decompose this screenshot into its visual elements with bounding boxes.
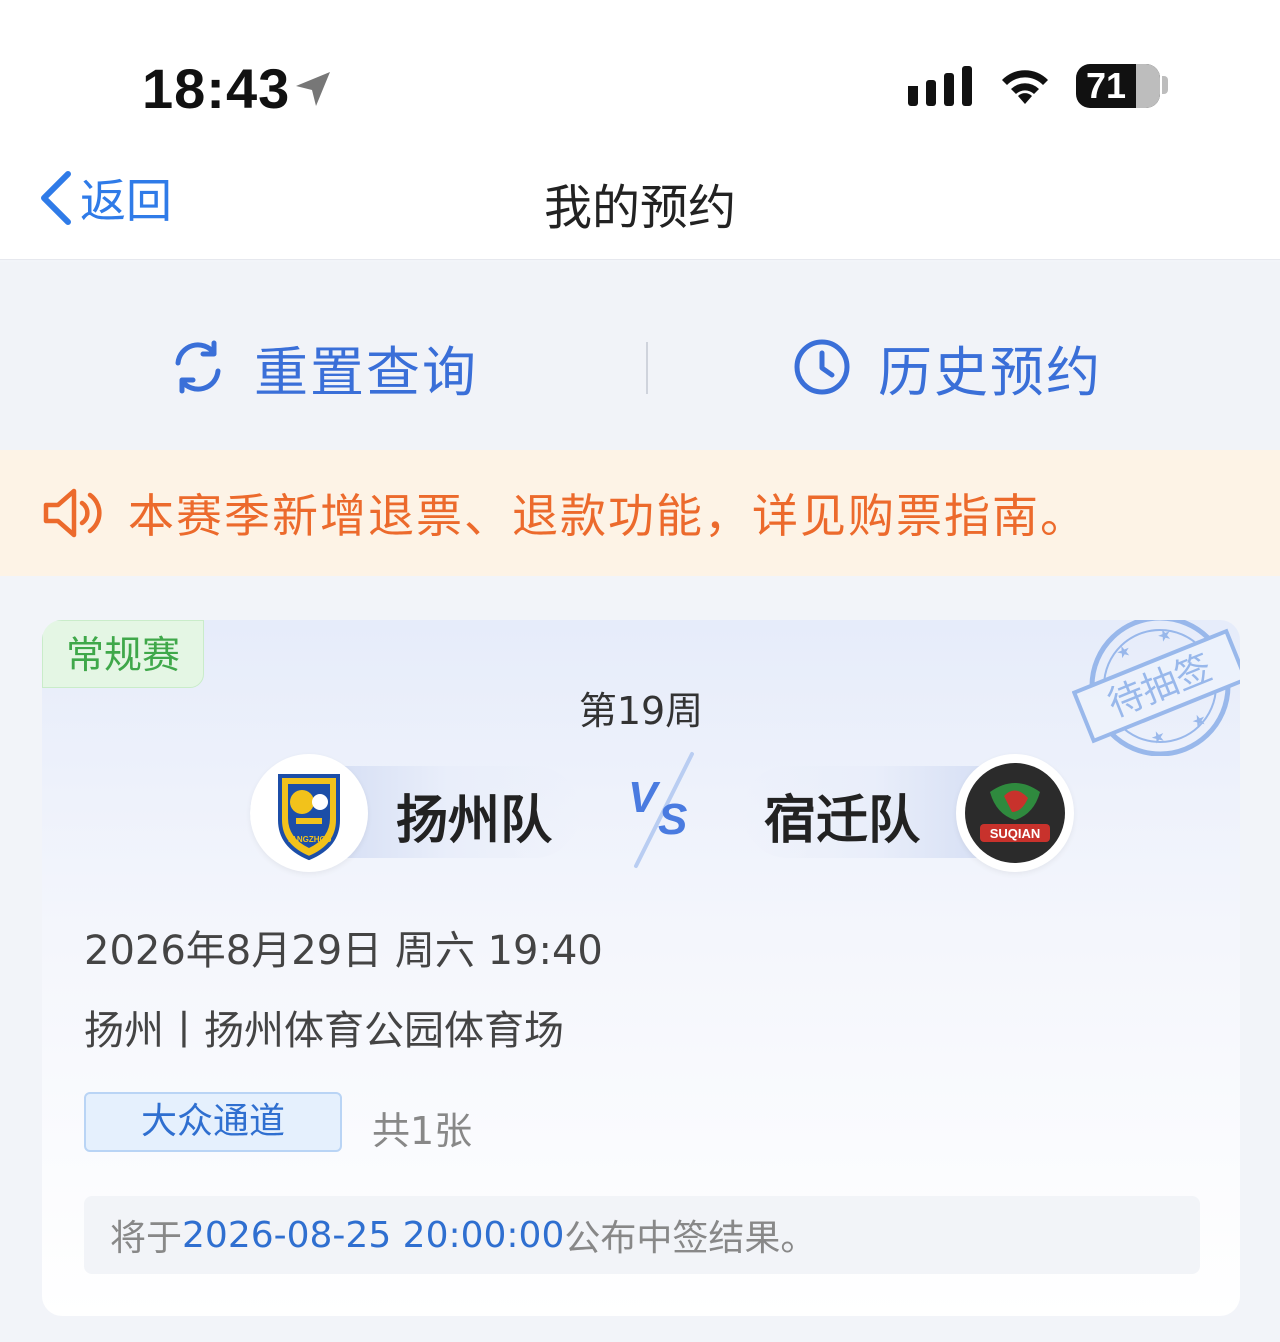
location-arrow-icon <box>296 72 330 106</box>
battery-indicator: 71 <box>1076 64 1160 108</box>
away-team-name: 宿迁队 <box>764 791 921 851</box>
away-logo-text: SUQIAN <box>990 826 1041 841</box>
result-suffix: 公布中签结果。 <box>564 1218 817 1259</box>
page-title: 我的预约 <box>543 180 736 236</box>
draw-result-notice: 将于 2026-08-25 20:00:00 公布中签结果。 <box>84 1196 1200 1274</box>
match-datetime: 2026年8月29日 周六 19:40 <box>84 928 603 974</box>
booking-card[interactable]: 常规赛 待抽签 ★ ★ ★ ★ 第19周 YANGZHOU 扬州队 V S 宿迁… <box>42 620 1240 1316</box>
history-booking-label: 历史预约 <box>878 340 1102 404</box>
channel-badge: 大众通道 <box>84 1092 342 1152</box>
svg-text:★: ★ <box>1154 624 1174 647</box>
cellular-signal-icon <box>908 66 972 106</box>
svg-text:V: V <box>628 773 661 822</box>
reset-query-button[interactable]: 重置查询 <box>168 332 478 404</box>
history-booking-button[interactable]: 历史预约 <box>792 332 1102 404</box>
notice-bar[interactable]: 本赛季新增退票、退款功能，详见购票指南。 <box>0 450 1280 576</box>
result-prefix: 将于 <box>110 1218 183 1259</box>
divider <box>646 342 648 394</box>
speaker-icon <box>43 488 102 538</box>
home-team-logo: YANGZHOU <box>250 754 368 872</box>
notice-text: 本赛季新增退票、退款功能，详见购票指南。 <box>128 489 1088 543</box>
away-team-logo: SUQIAN <box>956 754 1074 872</box>
reset-query-label: 重置查询 <box>254 340 478 404</box>
match-round: 第19周 <box>578 689 704 733</box>
wifi-icon <box>1002 70 1048 104</box>
match-type-tag: 常规赛 <box>42 620 204 688</box>
battery-level: 71 <box>1085 65 1127 106</box>
refresh-icon <box>175 340 221 394</box>
battery-tip <box>1162 76 1168 94</box>
svg-text:★: ★ <box>1113 640 1133 663</box>
status-bar: 18:43 71 <box>0 0 1280 140</box>
clock-icon <box>794 339 850 395</box>
result-date: 2026-08-25 20:00:00 <box>182 1214 565 1256</box>
home-team-name: 扬州队 <box>396 791 553 851</box>
svg-text:S: S <box>658 795 687 844</box>
home-logo-text: YANGZHOU <box>286 835 331 844</box>
versus-icon: V S <box>628 752 694 868</box>
ticket-count: 共1张 <box>372 1109 473 1153</box>
match-venue: 扬州丨扬州体育公园体育场 <box>84 1008 564 1054</box>
action-bar: 重置查询 历史预约 <box>0 262 1280 450</box>
status-time: 18:43 <box>142 57 291 120</box>
nav-bar: 返回 我的预约 <box>0 140 1280 260</box>
